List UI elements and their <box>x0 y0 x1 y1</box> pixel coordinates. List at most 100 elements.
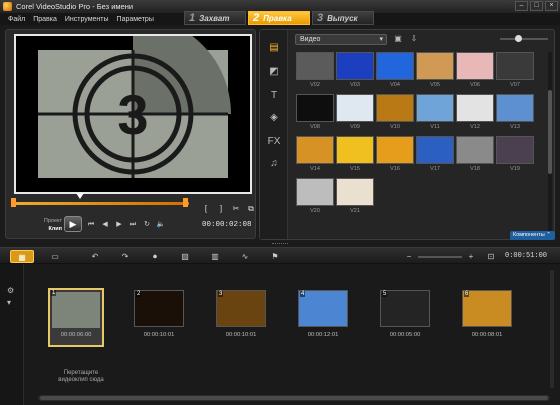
playhead[interactable] <box>76 193 84 199</box>
step-label: Захват <box>199 13 230 23</box>
library-thumbnail[interactable] <box>496 94 534 122</box>
import-media-icon[interactable]: ⇩ <box>408 33 420 45</box>
split-clip-icon[interactable]: ✂ <box>231 204 241 214</box>
library-thumbnail[interactable] <box>296 52 334 80</box>
library-thumbnail[interactable] <box>296 178 334 206</box>
timeline-zoom-slider[interactable] <box>418 256 462 258</box>
thumbnail-label: V07 <box>510 82 520 88</box>
panel-divider[interactable] <box>272 243 288 246</box>
storyboard-clip[interactable]: 2 <box>134 290 184 327</box>
mark-out-handle[interactable] <box>183 198 188 207</box>
library-thumbnail[interactable] <box>336 94 374 122</box>
storyboard-sidebar: ⚙ ▾ <box>0 264 24 405</box>
clip-duration: 00:00:10:01 <box>225 332 257 338</box>
close-button[interactable]: × <box>545 1 558 11</box>
previous-frame-icon[interactable]: ◀ <box>100 220 110 230</box>
storyboard-clip[interactable]: 5 <box>380 290 430 327</box>
library-thumbnail[interactable] <box>336 178 374 206</box>
project-mode[interactable]: Проект <box>36 217 62 225</box>
go-to-start-icon[interactable]: ⏮ <box>86 220 96 230</box>
mark-in-handle[interactable] <box>11 198 16 207</box>
transition-icon[interactable]: ◩ <box>265 64 283 80</box>
storyboard-clip[interactable]: 3 <box>216 290 266 327</box>
library-category-select[interactable]: Видео ▾ <box>295 34 387 45</box>
minimize-button[interactable]: – <box>515 1 528 11</box>
repeat-icon[interactable]: ↻ <box>142 220 152 230</box>
library-thumbnail[interactable] <box>496 136 534 164</box>
audio-icon[interactable]: ♫ <box>265 156 283 172</box>
zoom-knob[interactable] <box>515 35 522 42</box>
library-thumbnail[interactable] <box>456 52 494 80</box>
library-thumbnail[interactable] <box>376 136 414 164</box>
title-icon[interactable]: T <box>265 88 283 104</box>
step-label: Выпуск <box>327 13 358 23</box>
thumbnail-label: V10 <box>390 124 400 130</box>
clip-duration: 00:00:10:01 <box>143 332 175 338</box>
mark-in-button[interactable]: [ <box>201 204 211 214</box>
library-thumbnail[interactable] <box>416 52 454 80</box>
clip-number: 4 <box>300 291 306 297</box>
library-thumbnail[interactable] <box>336 136 374 164</box>
tab-capture[interactable]: 1 Захват <box>184 11 246 25</box>
clip-duration: 00:00:08:01 <box>471 332 503 338</box>
library-thumbnail[interactable] <box>416 136 454 164</box>
library-thumbnail[interactable] <box>416 94 454 122</box>
clip-thumbnail <box>52 292 100 328</box>
clip-mode[interactable]: Клип <box>36 225 62 233</box>
tab-share[interactable]: 3 Выпуск <box>312 11 374 25</box>
media-library-icon[interactable]: ▤ <box>265 40 283 56</box>
storyboard-view-icon[interactable]: ▦ <box>10 250 34 263</box>
zoom-out-icon[interactable]: − <box>400 250 418 263</box>
redo-icon[interactable]: ↷ <box>116 250 134 263</box>
storyboard-scroll-thumb[interactable] <box>40 396 548 400</box>
enlarge-preview-icon[interactable]: ⧉ <box>246 204 256 214</box>
components-button[interactable]: Компоненты ⌃ <box>510 231 555 240</box>
storyboard-vscrollbar[interactable] <box>550 270 554 388</box>
maximize-button[interactable]: □ <box>530 1 543 11</box>
chapter-icon[interactable]: ⚑ <box>266 250 284 263</box>
zoom-in-icon[interactable]: + <box>462 250 480 263</box>
storyboard-clip[interactable]: 4 <box>298 290 348 327</box>
next-frame-icon[interactable]: ▶ <box>114 220 124 230</box>
menu-settings[interactable]: Параметры <box>117 16 154 23</box>
clip-duration: 00:00:12:01 <box>307 332 339 338</box>
library-thumbnail[interactable] <box>376 94 414 122</box>
undo-icon[interactable]: ↶ <box>86 250 104 263</box>
storyboard-clip[interactable]: 1 <box>48 288 104 347</box>
thumbnail-zoom-slider[interactable] <box>500 38 548 40</box>
thumbnail-label: V20 <box>310 208 320 214</box>
timecode[interactable]: 00:00:02:08 <box>202 221 252 232</box>
library-thumbnail[interactable] <box>376 52 414 80</box>
library-thumbnail[interactable] <box>456 94 494 122</box>
library-thumbnail[interactable] <box>296 136 334 164</box>
track-options-icon[interactable]: ⚙ <box>7 286 14 295</box>
go-to-end-icon[interactable]: ⏭ <box>128 220 138 230</box>
library-thumbnail[interactable] <box>296 94 334 122</box>
mark-out-button[interactable]: ] <box>216 204 226 214</box>
menu-edit[interactable]: Правка <box>33 16 57 23</box>
library-thumbnail[interactable] <box>456 136 494 164</box>
fx-icon[interactable]: FX <box>265 134 283 150</box>
menu-file[interactable]: Файл <box>8 16 25 23</box>
scrub-bar[interactable] <box>15 202 189 205</box>
category-value: Видео <box>300 36 321 43</box>
tab-edit[interactable]: 2 Правка <box>248 11 310 25</box>
play-button[interactable]: ▶ <box>64 216 82 232</box>
library-scroll-thumb[interactable] <box>548 90 552 174</box>
import-folder-icon[interactable]: ▣ <box>392 33 404 45</box>
library-thumbnail[interactable] <box>336 52 374 80</box>
track-manager-icon[interactable]: ▥ <box>206 250 224 263</box>
timeline-view-icon[interactable]: ▭ <box>46 250 64 263</box>
menu-tools[interactable]: Инструменты <box>65 16 109 23</box>
audio-waveform-icon[interactable]: ∿ <box>236 250 254 263</box>
step-tabs: 1 Захват 2 Правка 3 Выпуск <box>184 11 376 26</box>
record-icon[interactable]: ⏺ <box>146 250 164 263</box>
volume-icon[interactable]: 🔈 <box>156 220 166 230</box>
library-thumbnail[interactable] <box>496 52 534 80</box>
thumbnail-label: V11 <box>430 124 440 130</box>
fit-project-icon[interactable]: ⊡ <box>482 250 500 263</box>
graphics-icon[interactable]: ◈ <box>265 110 283 126</box>
collapse-icon[interactable]: ▾ <box>7 298 11 307</box>
storyboard-clip[interactable]: 6 <box>462 290 512 327</box>
movie-wizard-icon[interactable]: ▨ <box>176 250 194 263</box>
